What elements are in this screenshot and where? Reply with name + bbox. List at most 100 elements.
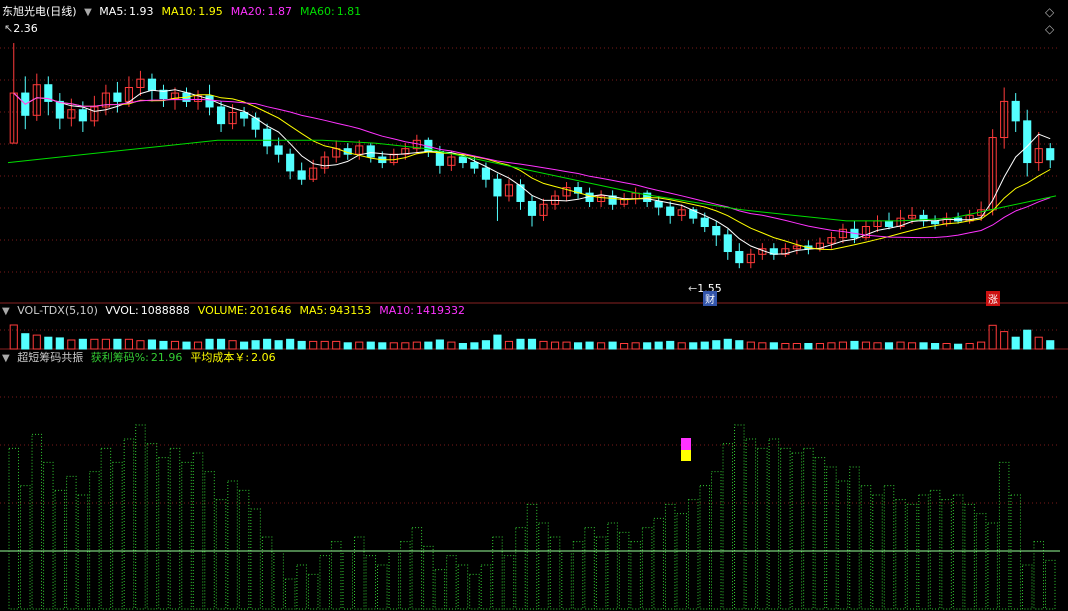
chip-bar: [238, 489, 250, 610]
price-panel-header: 东旭光电(日线) ▼ MA5: 1.93 MA10: 1.95 MA20: 1.87 MA6…: [2, 4, 373, 20]
chip-bar: [135, 424, 146, 610]
dropdown-icon[interactable]: ▼: [2, 306, 10, 317]
volume-bar: [32, 334, 41, 350]
volume-bar: [677, 342, 686, 350]
chip-bar: [653, 517, 664, 610]
volume-bar: [1046, 340, 1055, 350]
candle-body: [1023, 120, 1032, 164]
volume-bar: [447, 341, 456, 350]
chip-bar: [469, 573, 480, 610]
candle-body: [366, 145, 375, 158]
dropdown-icon[interactable]: ▼: [2, 353, 10, 364]
volume-bar: [573, 342, 583, 350]
chip-bar: [872, 494, 883, 610]
volume-bar: [550, 341, 560, 350]
volume-bar: [884, 342, 894, 350]
volume-bar: [988, 324, 997, 350]
volume-bar: [527, 338, 537, 350]
chip-bar: [791, 452, 803, 610]
volume-bar: [67, 339, 76, 350]
dropdown-icon[interactable]: ▼: [84, 7, 92, 18]
volume-bar: [896, 341, 905, 350]
price-indicator-value: 1.87: [267, 5, 292, 18]
candle-body: [78, 109, 87, 122]
volume-bar: [101, 338, 110, 350]
candle-body: [723, 234, 732, 253]
volume-bar: [55, 337, 64, 350]
chip-bar: [687, 499, 699, 610]
chip-bar: [215, 499, 227, 610]
price-indicator-label: MA20:: [230, 5, 266, 18]
candle-body: [1011, 100, 1020, 122]
chip-bar: [319, 555, 330, 610]
volume-indicator-value: 201646: [249, 304, 292, 317]
candle-body: [884, 220, 894, 228]
chip-bar: [434, 569, 446, 610]
volume-bar: [493, 334, 502, 350]
candle-body: [735, 251, 744, 264]
chip-bar: [757, 447, 768, 610]
volume-bar: [481, 340, 491, 350]
chip-bar: [158, 457, 169, 610]
volume-bar: [977, 341, 986, 350]
price-indicator-value: 1.95: [198, 5, 223, 18]
chip-bar: [849, 466, 860, 610]
chip-indicator: 获利筹码%: 21.96: [91, 351, 187, 364]
candle-body: [286, 153, 295, 172]
candle-body: [216, 106, 226, 125]
chip-bar: [803, 447, 814, 610]
volume-bar: [850, 340, 859, 350]
ma5-line: [13, 89, 1051, 255]
volume-bar: [1000, 331, 1009, 350]
chip-bar: [895, 499, 906, 610]
volume-bar: [389, 342, 398, 350]
chip-bar: [377, 564, 388, 610]
volume-bar: [286, 338, 295, 350]
price-indicator: MA20: 1.87: [231, 5, 296, 18]
diamond-icon[interactable]: ◇: [1045, 22, 1054, 36]
volume-bar: [758, 342, 767, 350]
volume-bar: [78, 338, 87, 350]
chip-bar: [745, 438, 757, 610]
chip-bar: [584, 527, 595, 610]
price-indicator: MA10: 1.95: [162, 5, 227, 18]
chip-bar: [192, 452, 204, 610]
chip-bar: [20, 485, 31, 610]
chip-bar: [918, 494, 929, 610]
volume-bar: [931, 343, 940, 350]
chip-bar: [342, 550, 353, 610]
chip-bar: [330, 541, 342, 610]
volume-bar: [608, 341, 617, 350]
chip-indicator-label: 平均成本￥:: [190, 351, 250, 364]
candle-body: [458, 156, 467, 164]
chip-bar: [8, 447, 20, 610]
volume-bar: [1023, 329, 1032, 350]
chip-bar: [43, 461, 54, 610]
volume-bar: [274, 340, 283, 350]
chip-bar: [365, 555, 377, 610]
candle-body: [297, 170, 306, 180]
rise-badge[interactable]: 涨: [986, 291, 1000, 306]
volume-indicator-label: VVOL:: [105, 304, 139, 317]
chip-bar: [630, 541, 641, 610]
volume-bar: [907, 342, 917, 350]
chip-bar: [261, 536, 273, 610]
volume-bar: [873, 342, 882, 350]
chip-bar: [181, 461, 192, 610]
volume-bar: [815, 343, 824, 350]
volume-bar: [366, 341, 375, 350]
chip-bar: [89, 471, 100, 610]
volume-bar: [355, 341, 364, 350]
finance-badge[interactable]: 财: [703, 291, 717, 306]
diamond-icon[interactable]: ◇: [1045, 5, 1054, 19]
volume-bar: [309, 340, 318, 350]
chip-bar: [641, 527, 653, 610]
volume-bar: [735, 340, 744, 350]
stock-chart-window: 东旭光电(日线) ▼ MA5: 1.93 MA10: 1.95 MA20: 1.87 MA6…: [0, 0, 1068, 611]
volume-bar: [424, 341, 433, 350]
volume-bar: [228, 340, 237, 350]
chip-bar: [883, 485, 895, 610]
chip-bar: [446, 555, 457, 610]
volume-bar: [792, 343, 801, 350]
volume-bar: [700, 341, 709, 350]
